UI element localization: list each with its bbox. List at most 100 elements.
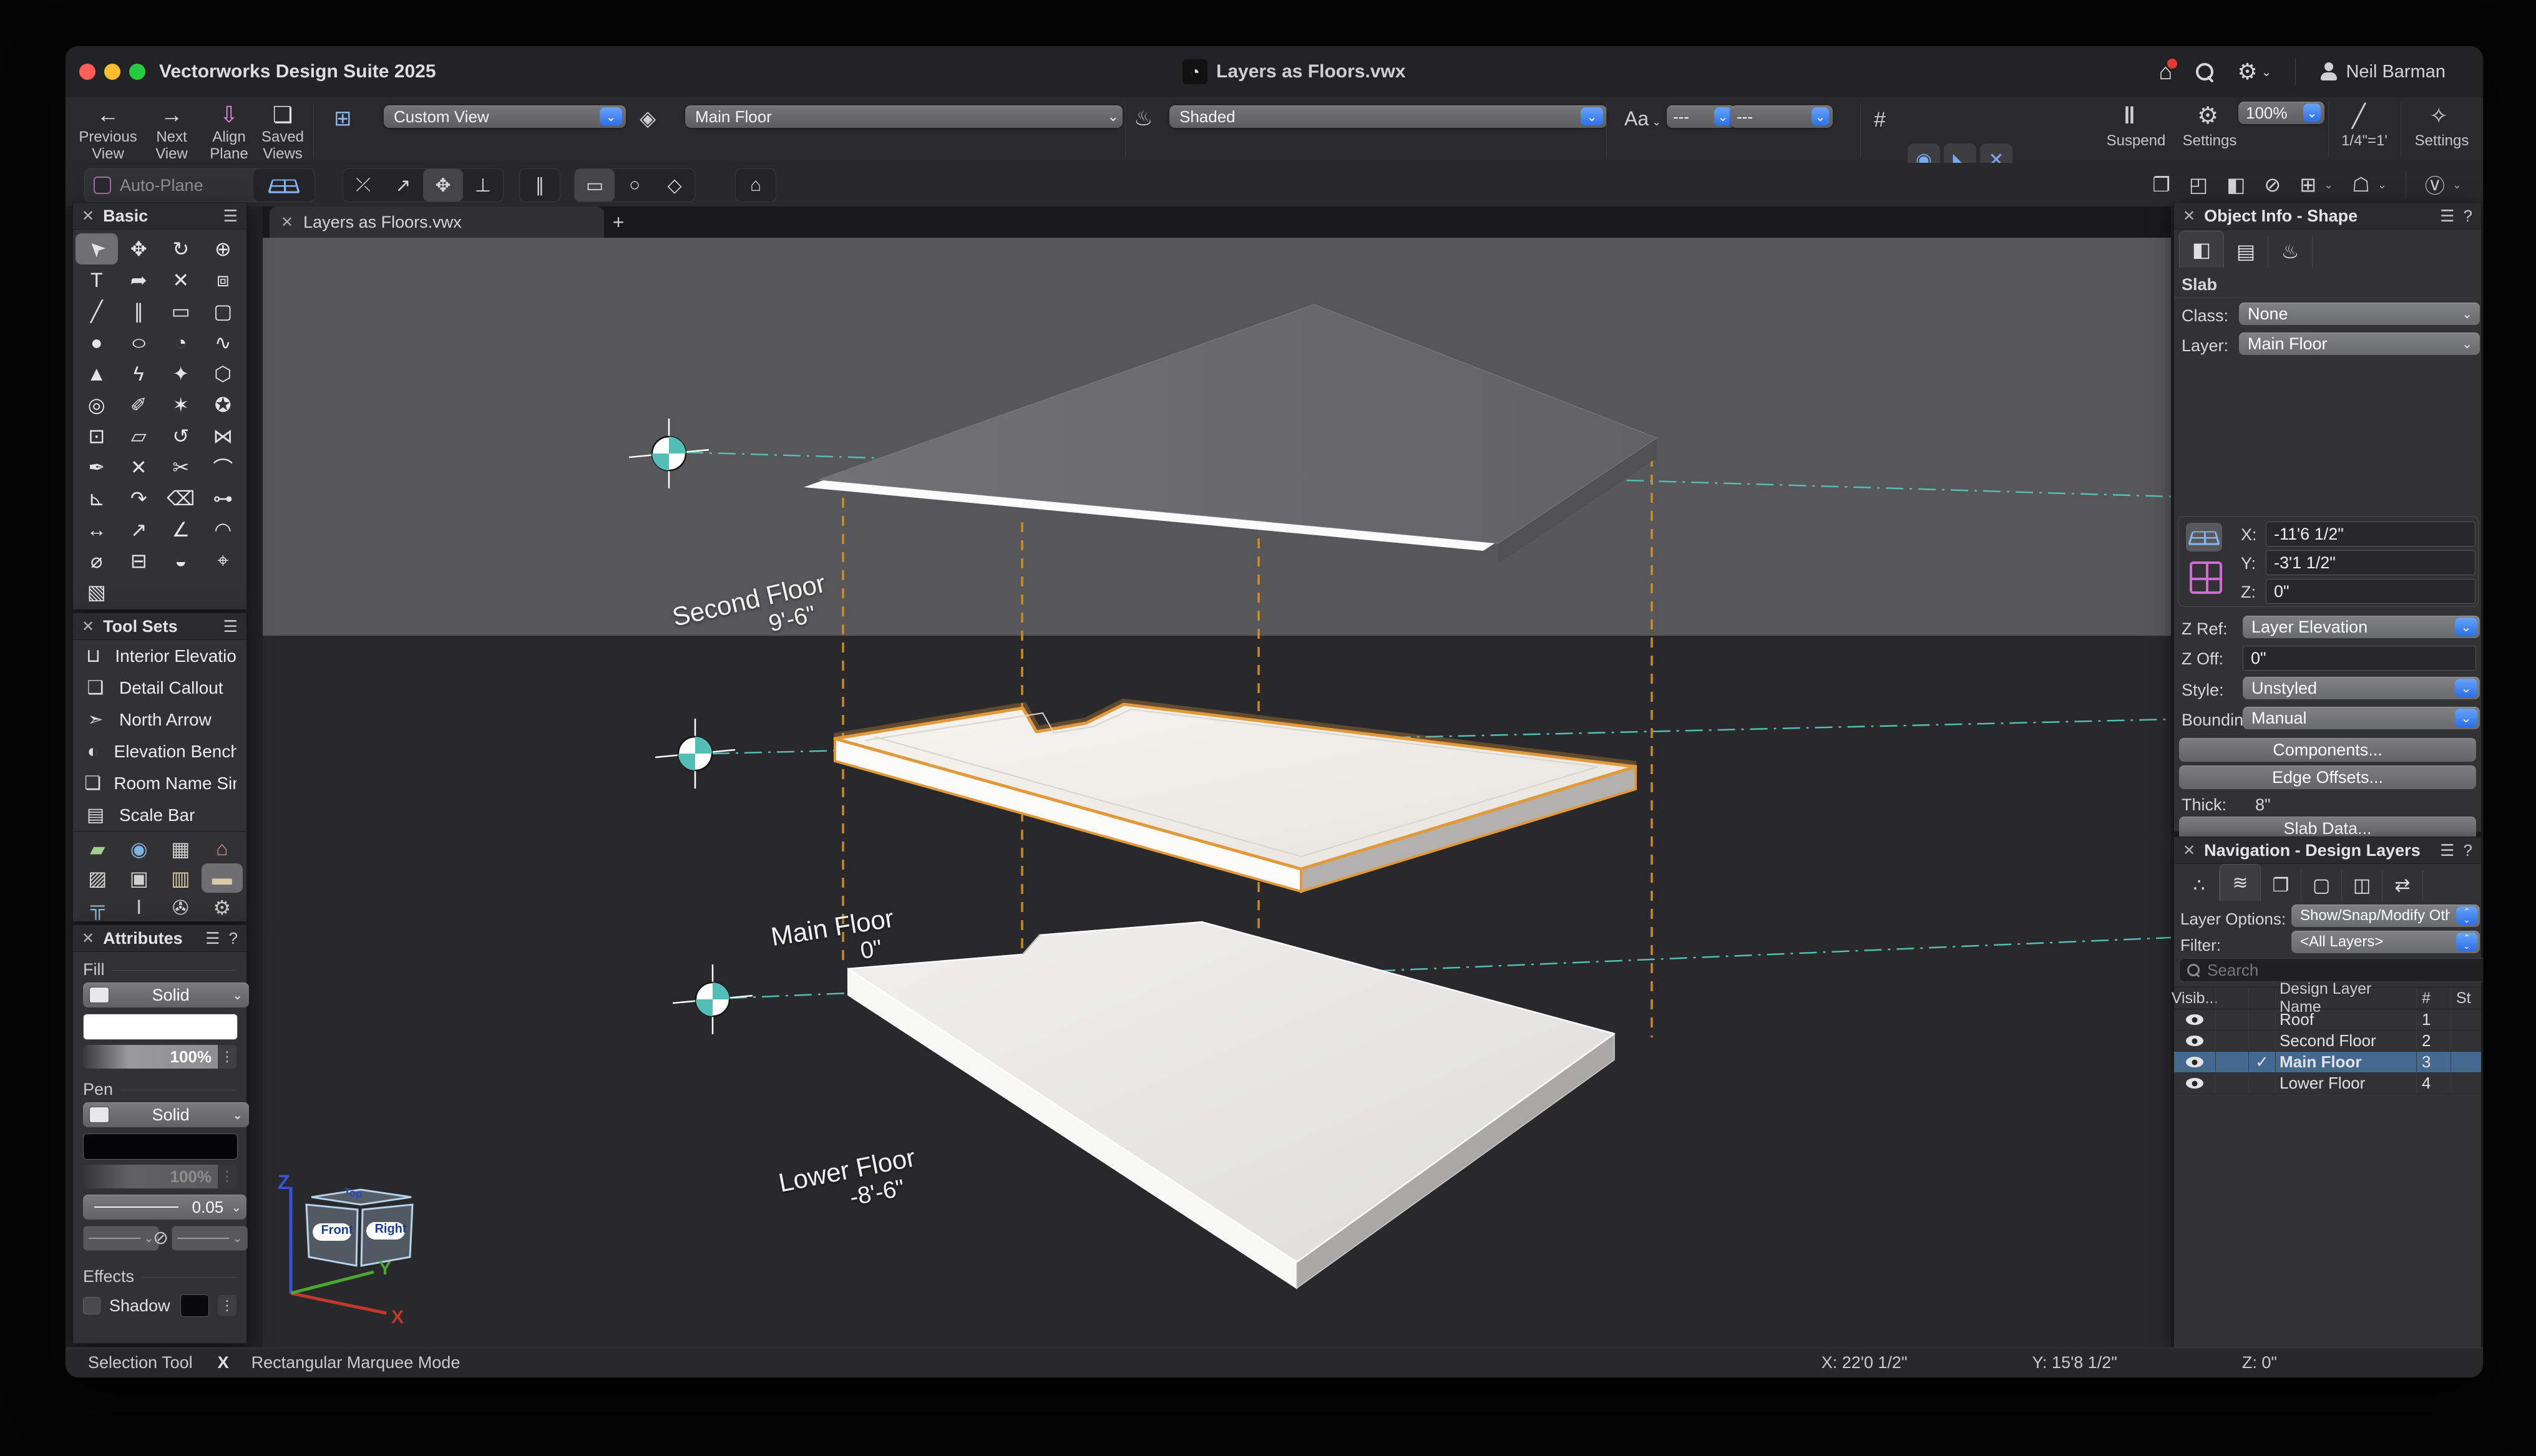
number-column-header[interactable]: # — [2416, 988, 2451, 1009]
saved-views-button[interactable]: ❏ SavedViews — [251, 101, 314, 162]
close-window-button[interactable] — [79, 64, 95, 80]
screen-plane-button[interactable] — [2186, 523, 2222, 551]
document-tab[interactable]: ✕ Layers as Floors.vwx — [270, 206, 604, 238]
palette-menu-icon[interactable]: ☰ — [223, 206, 238, 226]
tab-saved-views[interactable]: ◫ — [2342, 870, 2382, 901]
zoom-tool[interactable]: ⊕ — [202, 233, 245, 265]
machine-design-toolset[interactable]: ⚙ — [202, 893, 243, 922]
view-dropdown[interactable]: Custom View⌄ — [384, 105, 626, 128]
dims-notes-toolset[interactable]: ▬ — [202, 863, 243, 893]
close-icon[interactable]: ✕ — [82, 929, 94, 948]
unlink-markers-icon[interactable]: ⊘ — [153, 1227, 168, 1249]
visibility-eye-icon[interactable] — [2186, 1057, 2203, 1067]
arc-dim-tool[interactable]: ◠ — [202, 514, 245, 545]
callout-tool[interactable]: ➦ — [118, 265, 160, 296]
home-notification-icon[interactable]: ⌂ — [2159, 59, 2173, 85]
center-mark-tool[interactable]: ⌖ — [202, 545, 245, 576]
reshape-tool[interactable]: ▱ — [118, 420, 160, 452]
plumbing-toolset[interactable]: ╦ — [77, 893, 119, 922]
tab-references[interactable]: ⇄ — [2382, 870, 2423, 901]
view-cube[interactable] — [291, 1187, 412, 1313]
protractor-tool[interactable]: ◒ — [160, 545, 202, 576]
auto-plane-toggle[interactable]: Auto-Plane — [84, 168, 265, 202]
layer-row-roof[interactable]: Roof 1 — [2174, 1009, 2481, 1031]
toolset-item-elevation-benchmark[interactable]: ◐ Elevation Benchm... — [73, 735, 246, 767]
active-layer-dropdown[interactable]: Main Floor⌄ — [685, 105, 1123, 128]
settings-menu-button[interactable]: ⚙⌄ — [2237, 59, 2271, 85]
y-field[interactable]: -3'1 1/2" — [2266, 550, 2475, 575]
pen-opacity-slider[interactable]: 100% ⋮ — [83, 1165, 237, 1188]
zref-dropdown[interactable]: Layer Elevation⌄ — [2243, 616, 2480, 638]
close-icon[interactable]: ✕ — [82, 207, 94, 225]
visibility-column-header[interactable]: Visib... — [2174, 989, 2215, 1007]
gis-toolset[interactable]: ◉ — [119, 834, 160, 863]
user-account-button[interactable]: Neil Barman — [2319, 62, 2446, 82]
polyline-tool[interactable]: ϟ — [118, 358, 160, 389]
z-field[interactable]: 0" — [2266, 579, 2475, 604]
zoom-window-button[interactable] — [129, 64, 145, 80]
fillet-tool[interactable]: ⌒ — [202, 452, 245, 483]
name-column-header[interactable]: Design Layer Name — [2275, 988, 2416, 1009]
structural-toolset[interactable]: Ι — [119, 893, 160, 922]
locus-tool[interactable]: ✕ — [160, 265, 202, 296]
layer-dropdown[interactable]: Main Floor⌄ — [2239, 332, 2480, 355]
shadow-checkbox[interactable] — [83, 1297, 100, 1314]
connect-combine-tool[interactable]: ⊶ — [202, 483, 245, 514]
pane-icon[interactable]: ❐ — [2152, 173, 2170, 197]
navigation-header[interactable]: ✕ Navigation - Design Layers ☰ ? — [2174, 837, 2481, 864]
radial-dim-tool[interactable]: ⌀ — [76, 545, 118, 576]
regular-polygon-tool[interactable]: ⬡ — [202, 358, 245, 389]
toolset-item-detail-callout[interactable]: ❑ Detail Callout — [73, 672, 246, 704]
rectangular-marquee-button[interactable]: ▭ — [575, 169, 615, 201]
main-floor-slab[interactable] — [835, 704, 1636, 891]
working-plane-grid-icon[interactable] — [2190, 561, 2222, 594]
intersect-tool[interactable]: ✕ — [118, 452, 160, 483]
select-similar-tool[interactable]: ✪ — [202, 389, 245, 420]
bounding-dropdown[interactable]: Manual⌄ — [2243, 707, 2480, 729]
tab-data[interactable]: ▤ — [2224, 235, 2268, 268]
building-shell-toolset[interactable]: ⌂ — [202, 834, 243, 863]
next-view-button[interactable]: → NextView — [140, 101, 203, 162]
palette-menu-icon[interactable]: ☰ — [2440, 841, 2454, 860]
toolset-item-interior-elevation[interactable]: ⊔ Interior Elevation... — [73, 640, 246, 672]
vgm-options-icon[interactable]: Ⓥ — [2425, 170, 2445, 199]
site-planning-toolset[interactable]: ▰ — [77, 834, 119, 863]
layers-icon[interactable]: ◈ — [640, 106, 656, 131]
mirror-tool[interactable]: ⋈ — [202, 420, 245, 452]
minimize-window-button[interactable] — [104, 64, 120, 80]
close-icon[interactable]: ✕ — [2183, 842, 2195, 860]
polygon-tool[interactable]: ▲ — [76, 358, 118, 389]
stairs-toolset[interactable]: ▨ — [77, 863, 119, 893]
plane-mode-button[interactable] — [253, 168, 315, 202]
clip-cube-icon[interactable]: ◰ — [2189, 173, 2208, 197]
pen-color-well[interactable] — [83, 1133, 238, 1160]
chamfer-tool[interactable]: ⊾ — [76, 483, 118, 514]
marquee-reshape-tool[interactable]: ⊡ — [76, 420, 118, 452]
view-plane-icon[interactable]: ⊞ — [334, 106, 352, 131]
layer-row-second-floor[interactable]: Second Floor 2 — [2174, 1031, 2481, 1052]
rectangle-tool[interactable]: ▭ — [160, 296, 202, 327]
text-style-dropdown[interactable]: Aa ⌄ — [1624, 106, 1661, 131]
cube-top-label[interactable]: Top — [343, 1186, 363, 1201]
style-column-header[interactable]: St — [2451, 988, 2481, 1009]
edge-offsets-button[interactable]: Edge Offsets... — [2179, 765, 2476, 789]
class-dropdown[interactable]: None⌄ — [2239, 303, 2480, 325]
tool-sets-header[interactable]: ✕ Tool Sets ☰ — [73, 613, 246, 640]
star-polygon-tool[interactable]: ✦ — [160, 358, 202, 389]
auto-plane-checkbox[interactable] — [94, 177, 111, 194]
visibility-eye-icon[interactable] — [2186, 1014, 2203, 1025]
disclose-mode-button[interactable]: ⤫ — [343, 169, 383, 201]
arc-tool[interactable]: ◔ — [160, 327, 202, 358]
angular-dim-tool[interactable]: ∠ — [160, 514, 202, 545]
constrained-dim-tool[interactable]: ↔ — [76, 514, 118, 545]
layer-row-main-floor[interactable]: ✓ Main Floor 3 — [2174, 1052, 2481, 1073]
toolset-item-scale-bar[interactable]: ▤ Scale Bar — [73, 799, 246, 831]
offset-tool[interactable]: ↷ — [118, 483, 160, 514]
oval-tool[interactable]: ○ — [118, 327, 160, 358]
interactive-scale-mode-button[interactable]: ⊥ — [463, 169, 503, 201]
knife-tool[interactable]: ✒ — [76, 452, 118, 483]
layer-row-lower-floor[interactable]: Lower Floor 4 — [2174, 1073, 2481, 1094]
fill-color-well[interactable] — [83, 1014, 238, 1040]
double-line-tool[interactable]: ∥ — [118, 296, 160, 327]
unconstrained-dim-tool[interactable]: ↗ — [118, 514, 160, 545]
